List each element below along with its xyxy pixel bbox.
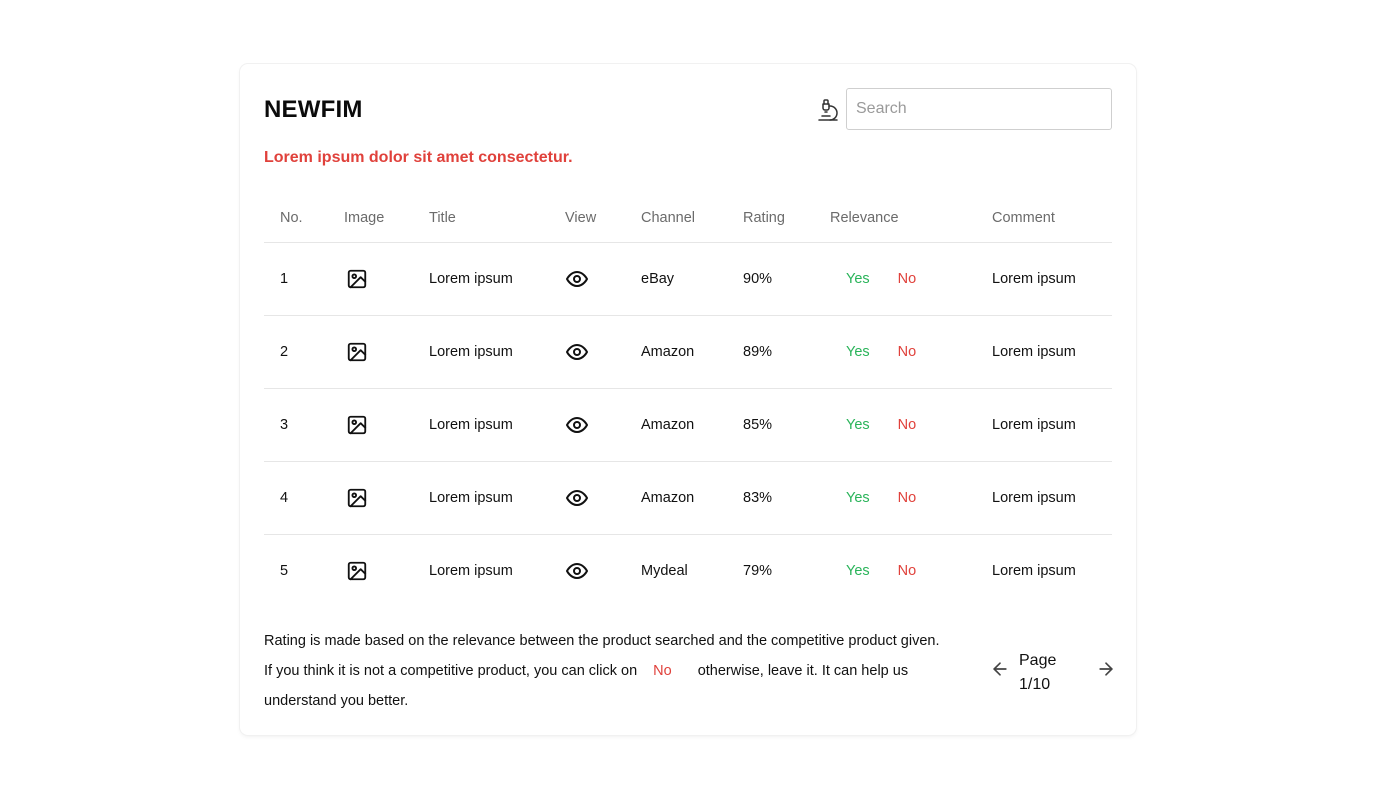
relevance-yes-button[interactable]: Yes xyxy=(846,563,870,579)
row-comment: Lorem ipsum xyxy=(992,242,1112,316)
header-relevance: Relevance xyxy=(830,194,992,243)
header-rating: Rating xyxy=(743,194,830,243)
row-number: 5 xyxy=(280,562,289,579)
image-icon[interactable] xyxy=(346,414,368,436)
results-table: No. Image Title View Channel Rating Rele… xyxy=(264,194,1112,607)
row-channel: Amazon xyxy=(641,388,743,462)
eye-icon[interactable] xyxy=(565,413,589,437)
row-title: Lorem ipsum xyxy=(429,461,565,535)
relevance-cell: Yes No xyxy=(830,534,992,607)
inline-no-label: No xyxy=(653,663,672,679)
header-view: View xyxy=(565,194,641,243)
eye-icon[interactable] xyxy=(565,486,589,510)
row-comment: Lorem ipsum xyxy=(992,461,1112,535)
row-channel: eBay xyxy=(641,242,743,316)
header: NEWFIM xyxy=(264,88,1112,130)
table-row: 5 Lorem ipsum Mydeal 79% Yes No Lorem ipsum xyxy=(264,534,1112,607)
view-cell xyxy=(565,461,641,535)
image-cell xyxy=(344,242,429,316)
relevance-yes-button[interactable]: Yes xyxy=(846,490,870,506)
image-icon[interactable] xyxy=(346,487,368,509)
arrow-right-icon[interactable] xyxy=(1096,659,1116,679)
relevance-cell: Yes No xyxy=(830,242,992,316)
row-channel: Amazon xyxy=(641,315,743,389)
table-row: 2 Lorem ipsum Amazon 89% Yes No Lorem ipsum xyxy=(264,315,1112,389)
header-image: Image xyxy=(344,194,429,243)
app-title: NEWFIM xyxy=(264,96,363,123)
row-title: Lorem ipsum xyxy=(429,562,513,579)
table-row: 4 Lorem ipsum Amazon 83% Yes No Lorem ipsum xyxy=(264,461,1112,535)
view-cell xyxy=(565,315,641,389)
header-channel: Channel xyxy=(641,194,743,243)
pagination: Page 1/10 xyxy=(990,646,1116,696)
table-header-row: No. Image Title View Channel Rating Rele… xyxy=(264,194,1112,243)
main-card: NEWFIM Lorem ipsum dolor sit amet consec… xyxy=(240,64,1136,735)
relevance-yes-button[interactable]: Yes xyxy=(846,271,870,287)
row-rating: 79% xyxy=(743,562,773,579)
search-input[interactable] xyxy=(846,88,1112,130)
relevance-cell: Yes No xyxy=(830,315,992,389)
row-number: 3 xyxy=(264,388,344,462)
row-comment: Lorem ipsum xyxy=(992,388,1112,462)
relevance-no-button[interactable]: No xyxy=(898,563,917,579)
page-value: 1/10 xyxy=(1019,676,1051,693)
view-cell xyxy=(565,534,641,607)
row-channel: Mydeal xyxy=(641,562,688,579)
relevance-yes-button[interactable]: Yes xyxy=(846,344,870,360)
relevance-yes-button[interactable]: Yes xyxy=(846,417,870,433)
header-comment: Comment xyxy=(992,194,1112,243)
relevance-no-button[interactable]: No xyxy=(898,490,917,506)
row-title: Lorem ipsum xyxy=(429,242,565,316)
row-rating: 89% xyxy=(743,315,830,389)
page-word: Page xyxy=(1019,652,1057,669)
view-cell xyxy=(565,388,641,462)
image-icon[interactable] xyxy=(346,341,368,363)
relevance-no-button[interactable]: No xyxy=(898,417,917,433)
subtitle: Lorem ipsum dolor sit amet consectetur. xyxy=(264,149,573,166)
arrow-left-icon[interactable] xyxy=(990,659,1010,679)
image-icon[interactable] xyxy=(346,560,368,582)
image-cell xyxy=(344,315,429,389)
row-comment: Lorem ipsum xyxy=(992,315,1112,389)
relevance-no-button[interactable]: No xyxy=(898,271,917,287)
eye-icon[interactable] xyxy=(565,559,589,583)
relevance-cell: Yes No xyxy=(830,388,992,462)
image-cell xyxy=(344,461,429,535)
relevance-no-button[interactable]: No xyxy=(898,344,917,360)
footer-note: Rating is made based on the relevance be… xyxy=(264,626,984,716)
view-cell xyxy=(565,242,641,316)
image-cell xyxy=(344,534,429,607)
row-rating: 85% xyxy=(743,388,830,462)
microscope-icon[interactable] xyxy=(814,96,842,124)
row-number: 2 xyxy=(264,315,344,389)
image-icon[interactable] xyxy=(346,268,368,290)
table-row: 1 Lorem ipsum eBay 90% Yes No Lorem ipsum xyxy=(264,242,1112,316)
row-rating: 83% xyxy=(743,461,830,535)
table-row: 3 Lorem ipsum Amazon 85% Yes No Lorem ipsum xyxy=(264,388,1112,462)
page-indicator: Page 1/10 xyxy=(1019,649,1079,697)
eye-icon[interactable] xyxy=(565,340,589,364)
footer-line-1: Rating is made based on the relevance be… xyxy=(264,633,940,649)
relevance-cell: Yes No xyxy=(830,461,992,535)
footer-line-2-start: If you think it is not a competitive pro… xyxy=(264,663,638,679)
header-title: Title xyxy=(429,194,565,243)
row-rating: 90% xyxy=(743,242,830,316)
row-title: Lorem ipsum xyxy=(429,388,565,462)
row-number: 1 xyxy=(264,242,344,316)
row-title: Lorem ipsum xyxy=(429,315,565,389)
eye-icon[interactable] xyxy=(565,267,589,291)
row-channel: Amazon xyxy=(641,461,743,535)
row-number: 4 xyxy=(264,461,344,535)
row-comment: Lorem ipsum xyxy=(992,562,1076,579)
image-cell xyxy=(344,388,429,462)
header-no: No. xyxy=(264,194,344,243)
